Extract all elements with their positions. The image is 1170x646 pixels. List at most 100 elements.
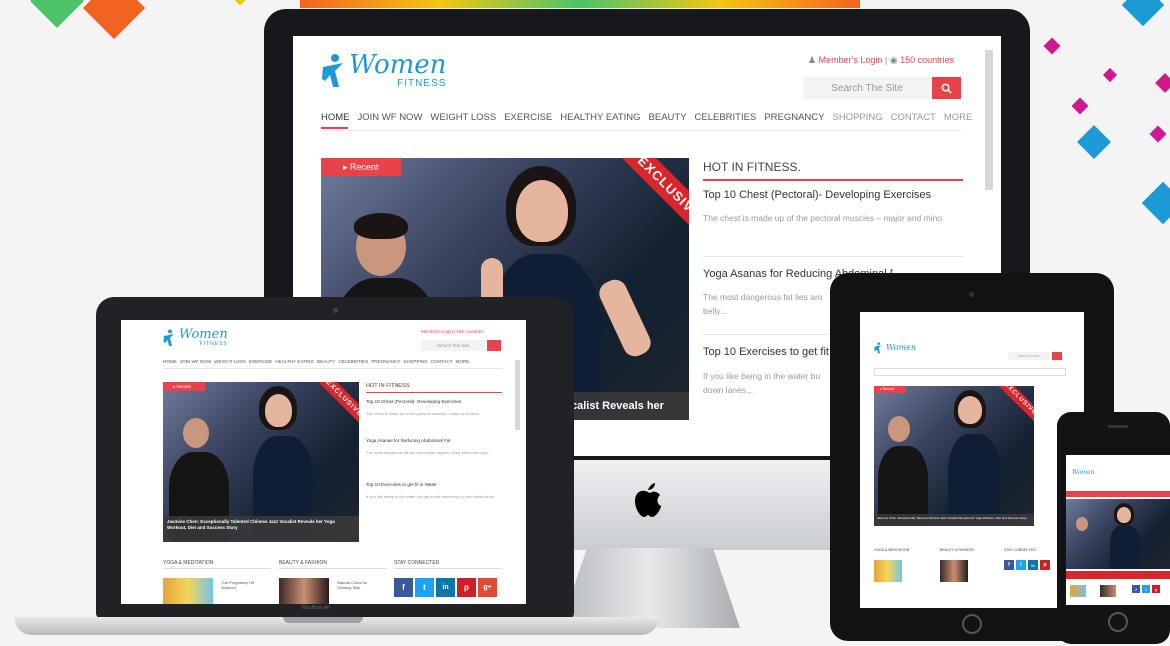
laptop-screen: Women FITNESS Member's Login | 150 countr…: [121, 320, 526, 604]
nav-celebrities[interactable]: CELEBRITIES: [695, 112, 757, 123]
googleplus-icon[interactable]: g+: [478, 578, 497, 597]
yoga-thumbnail[interactable]: [1070, 585, 1086, 597]
article-desc-3b: down lanes...: [703, 385, 754, 395]
beauty-thumbnail[interactable]: [940, 560, 968, 582]
logo-word: Women: [349, 50, 447, 80]
hot-in-fitness-title: HOT IN FITNESS.: [366, 383, 411, 389]
social-icons: f t in p: [1004, 560, 1050, 570]
nav-healthy-eating[interactable]: HEALTHY EATING: [560, 112, 640, 123]
search-input[interactable]: Search The Site: [421, 340, 485, 351]
search-button[interactable]: [487, 340, 501, 351]
countries-link[interactable]: 150 countries: [900, 55, 954, 65]
yoga-thumbnail[interactable]: [163, 578, 213, 604]
nav-weight-loss[interactable]: WEIGHT LOSS: [430, 112, 496, 123]
laptop-camera: [333, 308, 338, 313]
tablet-camera: [969, 292, 974, 297]
site-logo[interactable]: Women: [874, 342, 916, 354]
member-login-link[interactable]: Member's Login: [819, 55, 883, 65]
article-title-3[interactable]: Top 10 Exercises to get fit i: [703, 346, 834, 358]
twitter-icon[interactable]: t: [1016, 560, 1026, 570]
pinterest-icon[interactable]: p: [1152, 585, 1160, 593]
confetti-yellow: [234, 0, 246, 6]
search-input[interactable]: Search The Site: [1008, 352, 1050, 360]
nav-join[interactable]: JOIN WF NOW: [358, 112, 423, 123]
section-stay-connected: STAY CONNECTED: [394, 560, 440, 566]
laptop-scrollbar[interactable]: [515, 360, 520, 430]
phone-nav-bar[interactable]: [1066, 491, 1170, 497]
linkedin-icon[interactable]: in: [436, 578, 455, 597]
confetti-magenta: [1155, 73, 1170, 93]
hero-image[interactable]: ▸ Recent EXCLUSIVE Jasmine Chen: Excepti…: [874, 386, 1034, 526]
phone-screen: Women f t p: [1066, 455, 1170, 605]
beauty-thumbnail[interactable]: [279, 578, 329, 604]
hero-caption[interactable]: Jasmine Chen: Exceptionally Talented Chi…: [163, 516, 359, 542]
laptop-label: MacBook Air: [302, 605, 331, 611]
site-logo[interactable]: Women FITNESS: [163, 328, 228, 347]
runner-logo-icon: [163, 329, 174, 346]
article-title-1[interactable]: Top 10 Chest (Pectoral)- Developing Exer…: [366, 399, 461, 404]
exclusive-ribbon: EXCLUSIVE: [989, 386, 1034, 431]
beauty-thumbnail[interactable]: [1100, 585, 1116, 597]
logo-word[interactable]: Women: [1072, 469, 1094, 476]
yoga-thumbnail[interactable]: [874, 560, 902, 582]
linkedin-icon[interactable]: in: [1028, 560, 1038, 570]
recent-tag: ▸ Recent: [321, 158, 401, 176]
article-desc-2: The most dangerous fat lies aro: [703, 292, 823, 302]
nav-shopping[interactable]: SHOPPING: [833, 112, 883, 123]
pinterest-icon[interactable]: p: [457, 578, 476, 597]
pinterest-icon[interactable]: p: [1040, 560, 1050, 570]
article-desc-1: The chest is made up of the pectoral mus…: [366, 411, 480, 416]
nav-active-underline: [321, 127, 348, 129]
phone-home-button[interactable]: [1108, 612, 1128, 632]
imac-scrollbar[interactable]: [985, 50, 993, 190]
facebook-icon[interactable]: f: [394, 578, 413, 597]
confetti-magenta: [1071, 97, 1089, 115]
nav-divider: [321, 130, 961, 131]
facebook-icon[interactable]: f: [1004, 560, 1014, 570]
section-stay-connected: STAY CONNECTED: [1004, 548, 1036, 552]
search-icon: [941, 83, 952, 94]
tablet-nav-select[interactable]: [874, 368, 1066, 376]
member-login-link[interactable]: Member's Login | 150 countries: [421, 329, 484, 334]
nav-contact[interactable]: CONTACT: [891, 112, 936, 123]
article-title-3[interactable]: Top 10 Exercises to get fit in Water: [366, 482, 437, 487]
recent-tag: ▸ Recent: [874, 386, 906, 393]
nav-pregnancy[interactable]: PREGNANCY: [764, 112, 824, 123]
search-button[interactable]: [932, 77, 961, 99]
nav-beauty[interactable]: BEAUTY: [649, 112, 687, 123]
search-input[interactable]: Search The Site: [803, 77, 931, 99]
imac-stand: [560, 548, 740, 628]
section-beauty: BEAUTY & FASHION: [940, 548, 974, 552]
confetti-magenta: [1102, 67, 1118, 83]
article-desc-1: The chest is made up of the pectoral mus…: [703, 213, 943, 223]
facebook-icon[interactable]: f: [1132, 585, 1140, 593]
section-yoga: YOGA & MEDITATION: [163, 560, 214, 566]
nav-more[interactable]: MORE: [944, 112, 973, 123]
site-logo[interactable]: Women FITNESS: [321, 52, 446, 89]
phone-speaker: [1108, 425, 1128, 428]
article-title-1[interactable]: Top 10 Chest (Pectoral)- Developing Exer…: [703, 189, 931, 201]
hero-image[interactable]: [1066, 499, 1170, 569]
confetti-strip: [300, 0, 860, 8]
exclusive-ribbon: EXCLUSIVE: [307, 382, 359, 435]
main-nav: HOME JOIN WF NOW WEIGHT LOSS EXERCISE HEALTH…: [163, 359, 470, 364]
nav-home[interactable]: HOME: [321, 112, 350, 123]
recent-tag: ▸ Recent: [163, 382, 205, 391]
confetti-magenta: [1043, 37, 1061, 55]
twitter-icon[interactable]: t: [415, 578, 434, 597]
hero-image[interactable]: ▸ Recent EXCLUSIVE Jasmine Chen: Excepti…: [163, 382, 359, 542]
section-beauty: BEAUTY & FASHION: [279, 560, 327, 566]
twitter-icon[interactable]: t: [1142, 585, 1150, 593]
search-button[interactable]: [1052, 352, 1062, 360]
nav-exercise[interactable]: EXERCISE: [504, 112, 552, 123]
main-nav: HOME JOIN WF NOW WEIGHT LOSS EXERCISE HEALTH…: [321, 112, 980, 123]
tablet-home-button[interactable]: [962, 614, 982, 634]
article-desc-3: If you like being in the water bu: [703, 371, 821, 381]
article-desc-2: The most dangerous fat lies around the o…: [366, 450, 491, 455]
article-title-2[interactable]: Yoga Asanas for Reducing Abdominal Fat: [366, 438, 451, 443]
hero-caption[interactable]: Jasmine Chen: Exceptionally Talented Chi…: [874, 514, 1034, 526]
beauty-item-title[interactable]: Natural Cures for Glowing Skin: [337, 580, 383, 590]
laptop-notch: [283, 617, 363, 623]
confetti-orange: [82, 0, 146, 40]
yoga-item-title[interactable]: The Pregnancy Hit Workout: [221, 580, 267, 590]
